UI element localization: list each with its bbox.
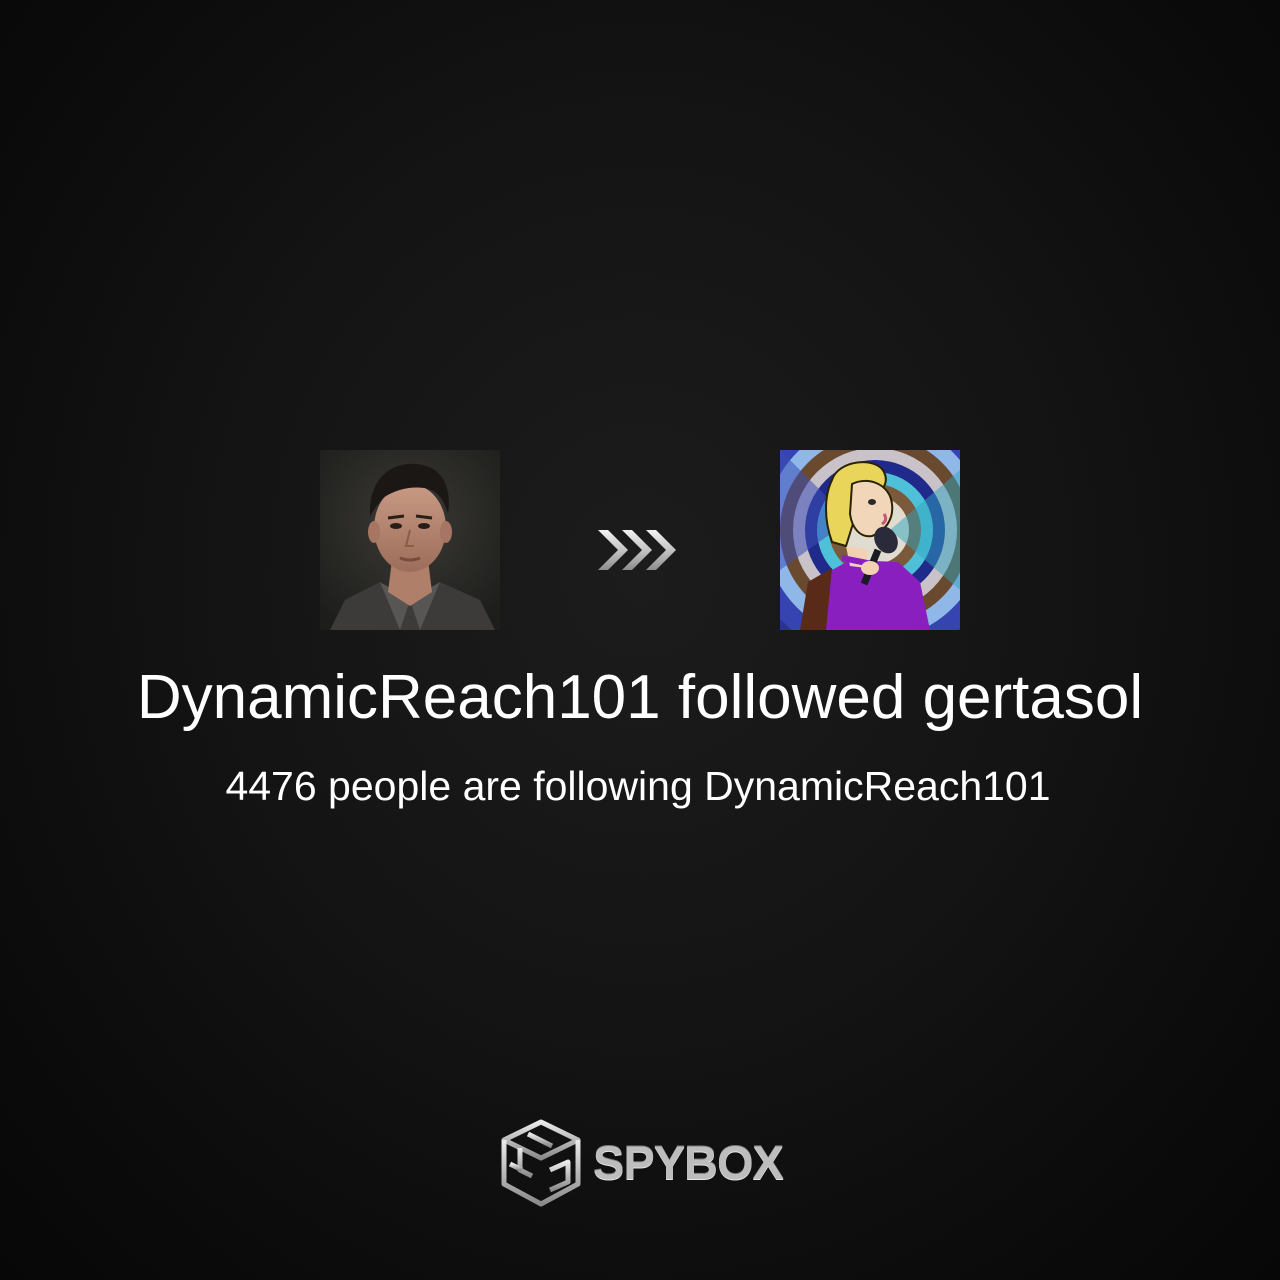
brand-footer[interactable]: SPYBOX — [498, 1118, 788, 1208]
activity-card: DynamicReach101 followed gertasol 4476 p… — [0, 0, 1280, 1280]
triple-chevron-right-icon — [596, 524, 684, 576]
actor-avatar[interactable] — [320, 450, 500, 630]
person-portrait-icon — [320, 450, 500, 630]
target-avatar[interactable] — [780, 450, 960, 630]
spybox-cube-logo-icon — [498, 1118, 584, 1208]
brand-name: SPYBOX — [593, 1136, 784, 1189]
follower-count-text: 4476 people are following DynamicReach10… — [225, 763, 1051, 809]
cartoon-singer-portrait-icon — [780, 450, 960, 630]
follow-headline: DynamicReach101 followed gertasol — [136, 663, 1144, 732]
